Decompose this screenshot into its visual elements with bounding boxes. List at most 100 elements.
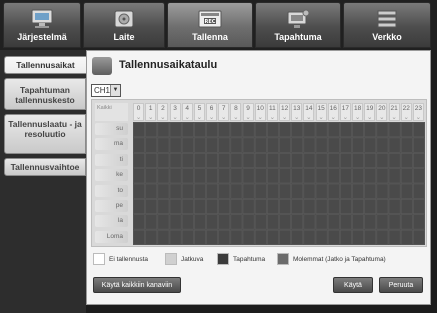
schedule-cell[interactable] — [267, 214, 279, 230]
schedule-cell[interactable] — [218, 229, 231, 245]
schedule-cell[interactable] — [364, 122, 377, 138]
schedule-cell[interactable] — [376, 122, 389, 138]
schedule-cell[interactable] — [254, 199, 267, 215]
schedule-cell[interactable] — [133, 199, 145, 215]
schedule-cell[interactable] — [206, 183, 218, 199]
schedule-cell[interactable] — [194, 229, 206, 245]
schedule-cell[interactable] — [181, 137, 194, 153]
schedule-cell[interactable] — [279, 214, 291, 230]
schedule-cell[interactable] — [206, 229, 218, 245]
hour-header-21[interactable]: 21 ⌄ — [388, 103, 400, 121]
schedule-cell[interactable] — [169, 214, 182, 230]
schedule-cell[interactable] — [376, 229, 389, 245]
schedule-cell[interactable] — [400, 168, 413, 184]
hour-header-16[interactable]: 16 ⌄ — [327, 103, 339, 121]
schedule-cell[interactable] — [352, 229, 364, 245]
schedule-cell[interactable] — [230, 168, 243, 184]
schedule-cell[interactable] — [291, 152, 304, 168]
schedule-cell[interactable] — [352, 137, 364, 153]
schedule-cell[interactable] — [413, 214, 425, 230]
sidebar-item-event-duration[interactable]: Tapahtuman tallennuskesto — [4, 78, 86, 110]
schedule-cell[interactable] — [303, 183, 316, 199]
schedule-cell[interactable] — [267, 199, 279, 215]
schedule-cell[interactable] — [327, 168, 340, 184]
schedule-cell[interactable] — [291, 229, 304, 245]
hour-header-15[interactable]: 15 ⌄ — [315, 103, 327, 121]
schedule-cell[interactable] — [291, 214, 304, 230]
schedule-cell[interactable] — [279, 183, 291, 199]
schedule-cell[interactable] — [413, 152, 425, 168]
schedule-cell[interactable] — [352, 122, 364, 138]
schedule-cell[interactable] — [157, 152, 170, 168]
schedule-cell[interactable] — [279, 168, 291, 184]
schedule-cell[interactable] — [364, 137, 377, 153]
schedule-cell[interactable] — [352, 183, 364, 199]
day-label-5[interactable]: pe — [95, 199, 128, 212]
schedule-cell[interactable] — [291, 122, 304, 138]
schedule-cell[interactable] — [157, 183, 170, 199]
schedule-cell[interactable] — [267, 168, 279, 184]
tab-system[interactable]: Järjestelmä — [3, 2, 81, 48]
schedule-cell[interactable] — [181, 168, 194, 184]
tab-network[interactable]: Verkko — [343, 2, 431, 48]
schedule-cell[interactable] — [388, 168, 401, 184]
schedule-cell[interactable] — [169, 183, 182, 199]
schedule-cell[interactable] — [388, 214, 401, 230]
schedule-cell[interactable] — [352, 199, 364, 215]
schedule-cell[interactable] — [254, 214, 267, 230]
schedule-cell[interactable] — [327, 152, 340, 168]
hour-header-9[interactable]: 9 ⌄ — [242, 103, 254, 121]
schedule-cell[interactable] — [267, 229, 279, 245]
hour-header-3[interactable]: 3 ⌄ — [169, 103, 181, 121]
apply-button[interactable]: Käytä — [333, 277, 373, 293]
hour-header-13[interactable]: 13 ⌄ — [291, 103, 303, 121]
schedule-cell[interactable] — [157, 137, 170, 153]
schedule-cell[interactable] — [230, 199, 243, 215]
day-label-7[interactable]: Loma — [95, 230, 128, 243]
tab-device[interactable]: Laite — [83, 2, 165, 48]
schedule-cell[interactable] — [303, 199, 316, 215]
schedule-cell[interactable] — [303, 152, 316, 168]
schedule-cell[interactable] — [267, 137, 279, 153]
schedule-cell[interactable] — [340, 229, 352, 245]
schedule-cell[interactable] — [364, 199, 377, 215]
schedule-cell[interactable] — [413, 229, 425, 245]
schedule-cell[interactable] — [206, 137, 218, 153]
schedule-cell[interactable] — [400, 137, 413, 153]
schedule-cell[interactable] — [218, 137, 231, 153]
schedule-cell[interactable] — [291, 199, 304, 215]
schedule-cell[interactable] — [413, 199, 425, 215]
schedule-cell[interactable] — [315, 183, 328, 199]
schedule-cell[interactable] — [133, 137, 145, 153]
schedule-cell[interactable] — [230, 137, 243, 153]
schedule-cell[interactable] — [315, 214, 328, 230]
schedule-cell[interactable] — [230, 122, 243, 138]
schedule-cell[interactable] — [279, 199, 291, 215]
schedule-cell[interactable] — [303, 122, 316, 138]
schedule-cell[interactable] — [315, 137, 328, 153]
schedule-cell[interactable] — [400, 122, 413, 138]
schedule-cell[interactable] — [206, 152, 218, 168]
schedule-cell[interactable] — [400, 214, 413, 230]
schedule-cell[interactable] — [145, 168, 158, 184]
schedule-cell[interactable] — [206, 199, 218, 215]
schedule-cell[interactable] — [242, 214, 255, 230]
schedule-cell[interactable] — [303, 137, 316, 153]
schedule-cell[interactable] — [242, 199, 255, 215]
schedule-cell[interactable] — [218, 199, 231, 215]
schedule-cell[interactable] — [267, 183, 279, 199]
schedule-cell[interactable] — [145, 137, 158, 153]
day-label-1[interactable]: ma — [95, 138, 128, 151]
schedule-cell[interactable] — [388, 122, 401, 138]
schedule-cell[interactable] — [242, 137, 255, 153]
schedule-cell[interactable] — [181, 229, 194, 245]
schedule-cell[interactable] — [315, 168, 328, 184]
schedule-cell[interactable] — [254, 168, 267, 184]
schedule-cell[interactable] — [169, 199, 182, 215]
schedule-cell[interactable] — [340, 168, 352, 184]
schedule-cell[interactable] — [364, 183, 377, 199]
hour-header-19[interactable]: 19 ⌄ — [364, 103, 376, 121]
schedule-cell[interactable] — [315, 199, 328, 215]
schedule-cell[interactable] — [194, 214, 206, 230]
schedule-cell[interactable] — [133, 152, 145, 168]
